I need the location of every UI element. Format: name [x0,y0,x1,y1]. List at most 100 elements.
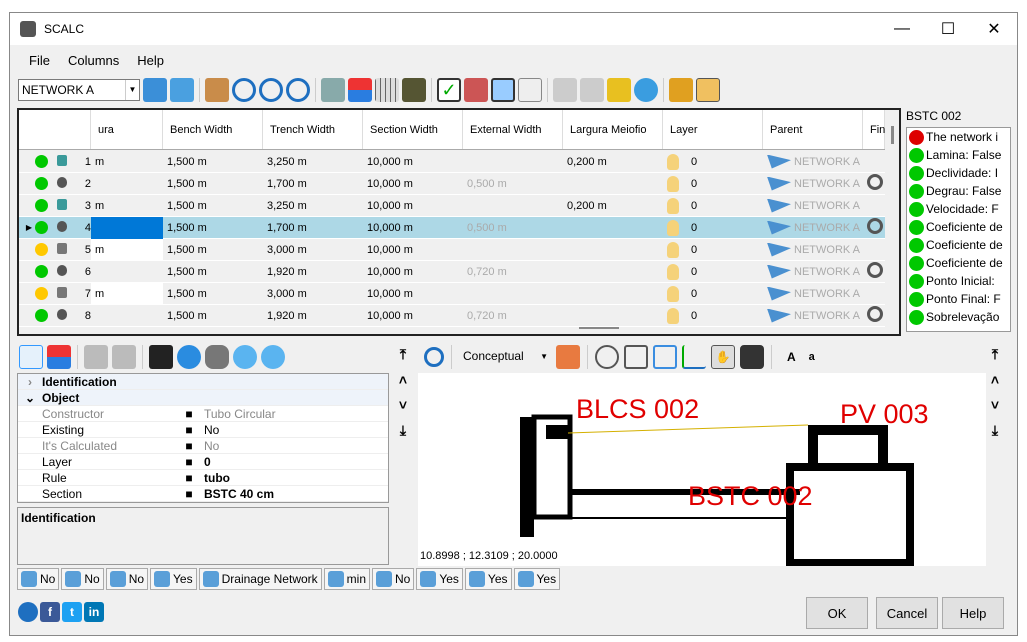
cell-trench-width[interactable]: 1,920 m [263,310,363,322]
cell-bench-width[interactable]: 1,500 m [163,178,263,190]
cell-ura[interactable]: m [91,238,163,261]
status-item[interactable]: min [323,568,370,590]
search-icon[interactable] [232,78,256,102]
last-icon[interactable]: ⤓ [394,422,412,439]
facebook-icon[interactable]: f [40,602,60,622]
cell-section-width[interactable]: 10,000 m [363,156,463,168]
cell-trench-width[interactable]: 3,250 m [263,200,363,212]
validation-item[interactable]: Declividade: I [907,164,1010,182]
orbit-icon[interactable] [595,345,619,369]
property-value[interactable]: No [200,423,219,437]
header-largura-meiofio[interactable]: Largura Meiofio [563,110,663,149]
cell-parent[interactable]: NETWORK A [794,155,860,167]
down-icon[interactable]: ˅ [394,397,412,413]
app-web-icon[interactable] [18,602,38,622]
header-layer[interactable]: Layer [663,110,763,149]
status-item[interactable]: Drainage Network [198,568,322,590]
header-section-width[interactable]: Section Width [363,110,463,149]
excavator-icon[interactable] [669,78,693,102]
header-final[interactable]: Fin [863,110,885,149]
table-row[interactable]: 5 m 1,500 m 3,000 m 10,000 m 0 NETWORK A [19,238,885,261]
cell-layer[interactable]: 0 [691,155,697,167]
cell-layer[interactable]: 0 [691,243,697,255]
cell-layer[interactable]: 0 [691,265,697,277]
cell-external-width[interactable]: 0,500 m [463,178,563,190]
validation-item[interactable]: Sobrelevação [907,308,1010,326]
cell-layer[interactable]: 0 [691,221,697,233]
pan-hand-icon[interactable]: ✋ [711,345,735,369]
status-item[interactable]: No [105,568,149,590]
cell-trench-width[interactable]: 3,000 m [263,288,363,300]
property-row[interactable]: It's Calculated ■ No [18,438,388,454]
move-up-icon[interactable] [84,345,108,369]
cell-bench-width[interactable]: 1,500 m [163,266,263,278]
validation-item[interactable]: Ponto Final: F [907,290,1010,308]
cell-section-width[interactable]: 10,000 m [363,288,463,300]
property-row[interactable]: Existing ■ No [18,422,388,438]
vertical-scrollbar[interactable] [891,126,894,144]
property-value[interactable]: Tubo Circular [200,407,276,421]
cell-largura-meiofio[interactable]: 0,200 m [563,156,663,168]
network-select[interactable]: NETWORK A ▼ [18,79,140,101]
cell-section-width[interactable]: 10,000 m [363,244,463,256]
cell-ura[interactable] [91,216,163,239]
header-external-width[interactable]: External Width [463,110,563,149]
3d-canvas[interactable]: BLCS 002 PV 003 BSTC 002 10.8998 ; 12.31… [418,373,986,567]
twitter-icon[interactable]: t [62,602,82,622]
camera-icon[interactable] [740,345,764,369]
cell-external-width[interactable]: 0,720 m [463,266,563,278]
header-bench-width[interactable]: Bench Width [163,110,263,149]
validation-item[interactable]: Ponto Inicial: [907,272,1010,290]
flow-in-icon[interactable] [233,345,257,369]
status-item[interactable]: No [61,568,104,590]
cell-section-width[interactable]: 10,000 m [363,178,463,190]
first-icon[interactable]: ⤒ [986,346,1004,363]
categorized-icon[interactable] [19,345,43,369]
group-identification[interactable]: › Identification [18,374,388,390]
property-value[interactable]: tubo [200,471,230,485]
linkedin-icon[interactable]: in [84,602,104,622]
cell-parent[interactable]: NETWORK A [794,177,860,189]
cell-external-width[interactable]: 0,720 m [463,310,563,322]
table-row[interactable]: 8 1,500 m 1,920 m 10,000 m 0,720 m 0 NETWORK A [19,305,885,327]
cell-trench-width[interactable]: 1,700 m [263,222,363,234]
flow-icon[interactable] [634,78,658,102]
cell-parent[interactable]: NETWORK A [794,221,860,233]
table-icon[interactable] [696,78,720,102]
profile-chart-icon[interactable] [518,78,542,102]
grid-icon[interactable] [375,78,399,102]
cell-trench-width[interactable]: 1,920 m [263,266,363,278]
check-icon[interactable]: ✓ [437,78,461,102]
properties-icon[interactable] [170,78,194,102]
flag-icon[interactable] [607,78,631,102]
table-row[interactable]: 3 m 1,500 m 3,250 m 10,000 m 0,200 m 0 NETWORK … [19,195,885,217]
table-row[interactable]: 6 1,500 m 1,920 m 10,000 m 0,720 m 0 NETWORK A [19,261,885,283]
paint-icon[interactable] [556,345,580,369]
rename-icon[interactable] [321,78,345,102]
help-network-icon[interactable] [177,345,201,369]
cell-parent[interactable]: NETWORK A [794,243,860,255]
cancel-button[interactable]: Cancel [876,597,938,629]
cell-ura[interactable] [91,261,163,283]
property-value[interactable]: BSTC 40 cm [200,487,274,501]
cell-largura-meiofio[interactable]: 0,200 m [563,200,663,212]
validation-item[interactable]: Degrau: False [907,182,1010,200]
target-icon[interactable] [867,306,883,322]
panel-icon[interactable] [491,78,515,102]
horizontal-scrollbar[interactable] [579,327,619,329]
status-item[interactable]: Yes [150,568,197,590]
cell-layer[interactable]: 0 [691,309,697,321]
close-button[interactable]: ✕ [971,13,1017,45]
sliders-icon[interactable] [149,345,173,369]
property-row[interactable]: Section ■ BSTC 40 cm [18,486,388,502]
flow-out-icon[interactable] [261,345,285,369]
cell-section-width[interactable]: 10,000 m [363,310,463,322]
cell-trench-width[interactable]: 3,000 m [263,244,363,256]
zoom-in-icon[interactable] [259,78,283,102]
validation-item[interactable]: Coeficiente de [907,254,1010,272]
cell-section-width[interactable]: 10,000 m [363,200,463,212]
header-parent[interactable]: Parent [763,110,863,149]
cell-parent[interactable]: NETWORK A [794,309,860,321]
status-item[interactable]: No [372,568,415,590]
select-icon[interactable] [205,78,229,102]
